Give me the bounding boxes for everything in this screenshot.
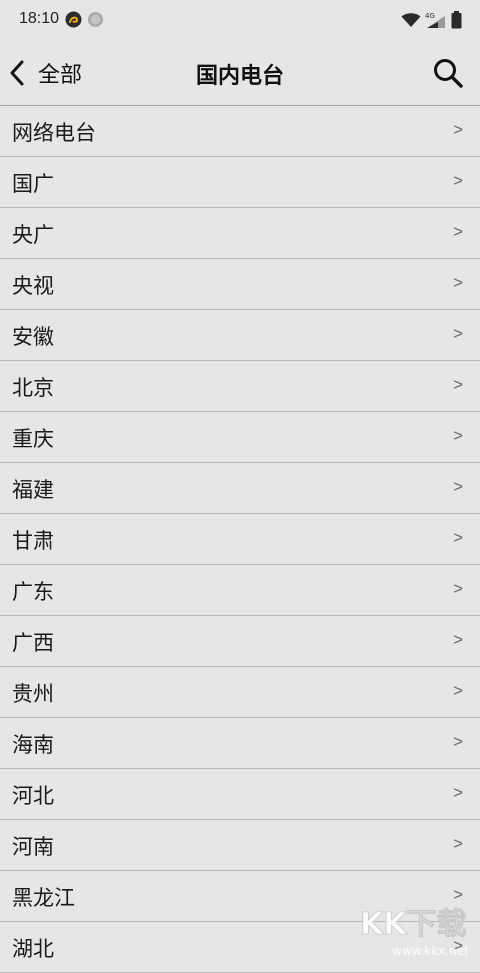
list-item[interactable]: 广东 > <box>0 565 480 616</box>
wifi-icon <box>401 13 421 27</box>
chevron-right-icon: > <box>453 732 463 751</box>
chevron-right-icon: > <box>453 579 463 598</box>
list-item-label: 重庆 <box>12 427 54 451</box>
battery-icon <box>451 11 462 29</box>
list-item[interactable]: 国广 > <box>0 157 480 208</box>
list-item[interactable]: 网络电台 > <box>0 106 480 157</box>
list-item[interactable]: 广西 > <box>0 616 480 667</box>
network-label: 4G <box>425 12 435 20</box>
list-item-label: 甘肃 <box>12 529 54 553</box>
list-item[interactable]: 央广 > <box>0 208 480 259</box>
list-item[interactable]: 北京 > <box>0 361 480 412</box>
chevron-right-icon: > <box>453 477 463 496</box>
app-notification-icon <box>65 11 82 28</box>
chevron-right-icon: > <box>453 834 463 853</box>
list-item-label: 网络电台 <box>12 121 96 145</box>
back-label: 全部 <box>38 63 83 88</box>
list-item[interactable]: 央视 > <box>0 259 480 310</box>
chevron-right-icon: > <box>453 426 463 445</box>
list-item[interactable]: 海南 > <box>0 718 480 769</box>
list-item-label: 国广 <box>12 172 54 196</box>
search-icon[interactable] <box>432 57 464 89</box>
list-item-label: 广东 <box>12 580 54 604</box>
list-item-label: 广西 <box>12 631 54 655</box>
cellular-icon: 4G <box>425 12 445 28</box>
chevron-right-icon: > <box>453 324 463 343</box>
chevron-right-icon: > <box>453 630 463 649</box>
list-item[interactable]: 黑龙江 > <box>0 871 480 922</box>
list-item[interactable]: 贵州 > <box>0 667 480 718</box>
list-item[interactable]: 河北 > <box>0 769 480 820</box>
chevron-right-icon: > <box>453 171 463 190</box>
chevron-right-icon: > <box>453 375 463 394</box>
status-time: 18:10 <box>19 10 60 27</box>
chevron-right-icon: > <box>453 273 463 292</box>
list-item[interactable]: 湖北 > <box>0 922 480 973</box>
chevron-right-icon: > <box>453 528 463 547</box>
list-item-label: 贵州 <box>12 682 54 706</box>
list-item-label: 黑龙江 <box>12 886 75 910</box>
chevron-right-icon: > <box>453 222 463 241</box>
list-item[interactable]: 河南 > <box>0 820 480 871</box>
status-bar: 18:10 4G <box>0 0 480 40</box>
dot-icon <box>88 12 103 27</box>
region-list: 网络电台 > 国广 > 央广 > 央视 > 安徽 > 北京 > 重庆 > 福建 > 甘肃 > 广东… <box>0 106 480 973</box>
list-item-label: 福建 <box>12 478 54 502</box>
chevron-right-icon: > <box>453 885 463 904</box>
list-item-label: 河北 <box>12 784 54 808</box>
list-item[interactable]: 甘肃 > <box>0 514 480 565</box>
status-icons: 4G <box>401 10 462 30</box>
list-item-label: 北京 <box>12 376 54 400</box>
list-item-label: 海南 <box>12 733 54 757</box>
list-item[interactable]: 安徽 > <box>0 310 480 361</box>
chevron-right-icon: > <box>453 681 463 700</box>
chevron-right-icon: > <box>453 936 463 955</box>
list-item-label: 央视 <box>12 274 54 298</box>
list-item-label: 河南 <box>12 835 54 859</box>
chevron-left-icon <box>10 60 24 86</box>
list-item[interactable]: 福建 > <box>0 463 480 514</box>
list-item[interactable]: 重庆 > <box>0 412 480 463</box>
chevron-right-icon: > <box>453 120 463 139</box>
list-item-label: 湖北 <box>12 937 54 961</box>
list-item-label: 安徽 <box>12 325 54 349</box>
app-header: 全部 国内电台 <box>0 40 480 106</box>
back-button[interactable]: 全部 <box>8 54 82 92</box>
chevron-right-icon: > <box>453 783 463 802</box>
list-item-label: 央广 <box>12 223 54 247</box>
